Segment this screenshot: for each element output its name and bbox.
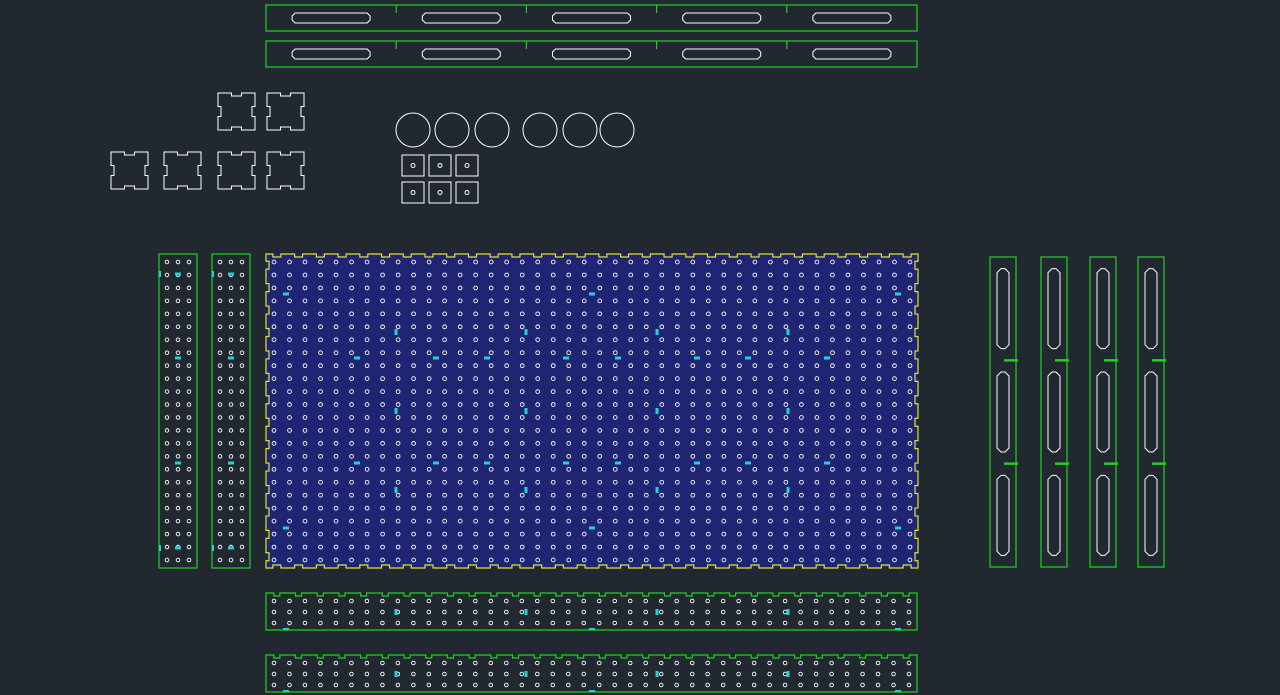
panel-marker (563, 461, 569, 465)
strip-marker (175, 356, 181, 360)
bottom-strip-marker (524, 609, 528, 615)
strip-edge-marker (212, 271, 214, 277)
panel-marker (895, 292, 901, 296)
strip-edge-marker (212, 545, 214, 551)
strip-edge-marker (159, 545, 161, 551)
bottom-strip-edge-marker (283, 628, 289, 630)
panel-marker (745, 356, 751, 360)
panel-marker (484, 356, 490, 360)
cad-viewport[interactable] (0, 0, 1280, 695)
bottom-strip-marker (786, 609, 790, 615)
panel-marker (394, 487, 398, 493)
panel-marker (283, 526, 289, 530)
main-panel (265, 253, 919, 569)
bottom-strip-marker (786, 671, 790, 677)
cad-drawing-canvas[interactable] (0, 0, 1280, 695)
strip-marker (175, 272, 181, 276)
panel-marker (694, 356, 700, 360)
strip-marker (175, 546, 181, 550)
bottom-strip-marker (655, 609, 659, 615)
strip-marker (228, 461, 234, 465)
panel-marker (786, 408, 790, 414)
bottom-strip-marker (394, 609, 398, 615)
bottom-strip-edge-marker (589, 690, 595, 692)
panel-marker (895, 526, 901, 530)
panel-marker (394, 408, 398, 414)
panel-marker (563, 356, 569, 360)
bottom-strip-edge-marker (895, 690, 901, 692)
strip-marker (228, 546, 234, 550)
panel-marker (745, 461, 751, 465)
panel-marker (524, 487, 528, 493)
panel-fill (266, 254, 918, 568)
panel-marker (655, 329, 659, 335)
strip-marker (228, 272, 234, 276)
panel-marker (524, 329, 528, 335)
panel-marker (655, 408, 659, 414)
panel-marker (615, 356, 621, 360)
bottom-strip-marker (394, 671, 398, 677)
strip-marker (228, 356, 234, 360)
panel-marker (433, 356, 439, 360)
panel-marker (283, 292, 289, 296)
bottom-strip-edge-marker (283, 690, 289, 692)
panel-marker (433, 461, 439, 465)
panel-marker (786, 329, 790, 335)
panel-marker (354, 356, 360, 360)
panel-marker (354, 461, 360, 465)
panel-marker (824, 461, 830, 465)
panel-marker (484, 461, 490, 465)
bottom-strip-edge-marker (589, 628, 595, 630)
strip-marker (175, 461, 181, 465)
bottom-strip-marker (524, 671, 528, 677)
panel-marker (524, 408, 528, 414)
panel-marker (615, 461, 621, 465)
panel-marker (589, 526, 595, 530)
bottom-strip-marker (655, 671, 659, 677)
panel-marker (824, 356, 830, 360)
strip-edge-marker (159, 271, 161, 277)
panel-marker (394, 329, 398, 335)
bottom-strip-edge-marker (895, 628, 901, 630)
panel-marker (589, 292, 595, 296)
panel-marker (655, 487, 659, 493)
panel-marker (694, 461, 700, 465)
panel-marker (786, 487, 790, 493)
